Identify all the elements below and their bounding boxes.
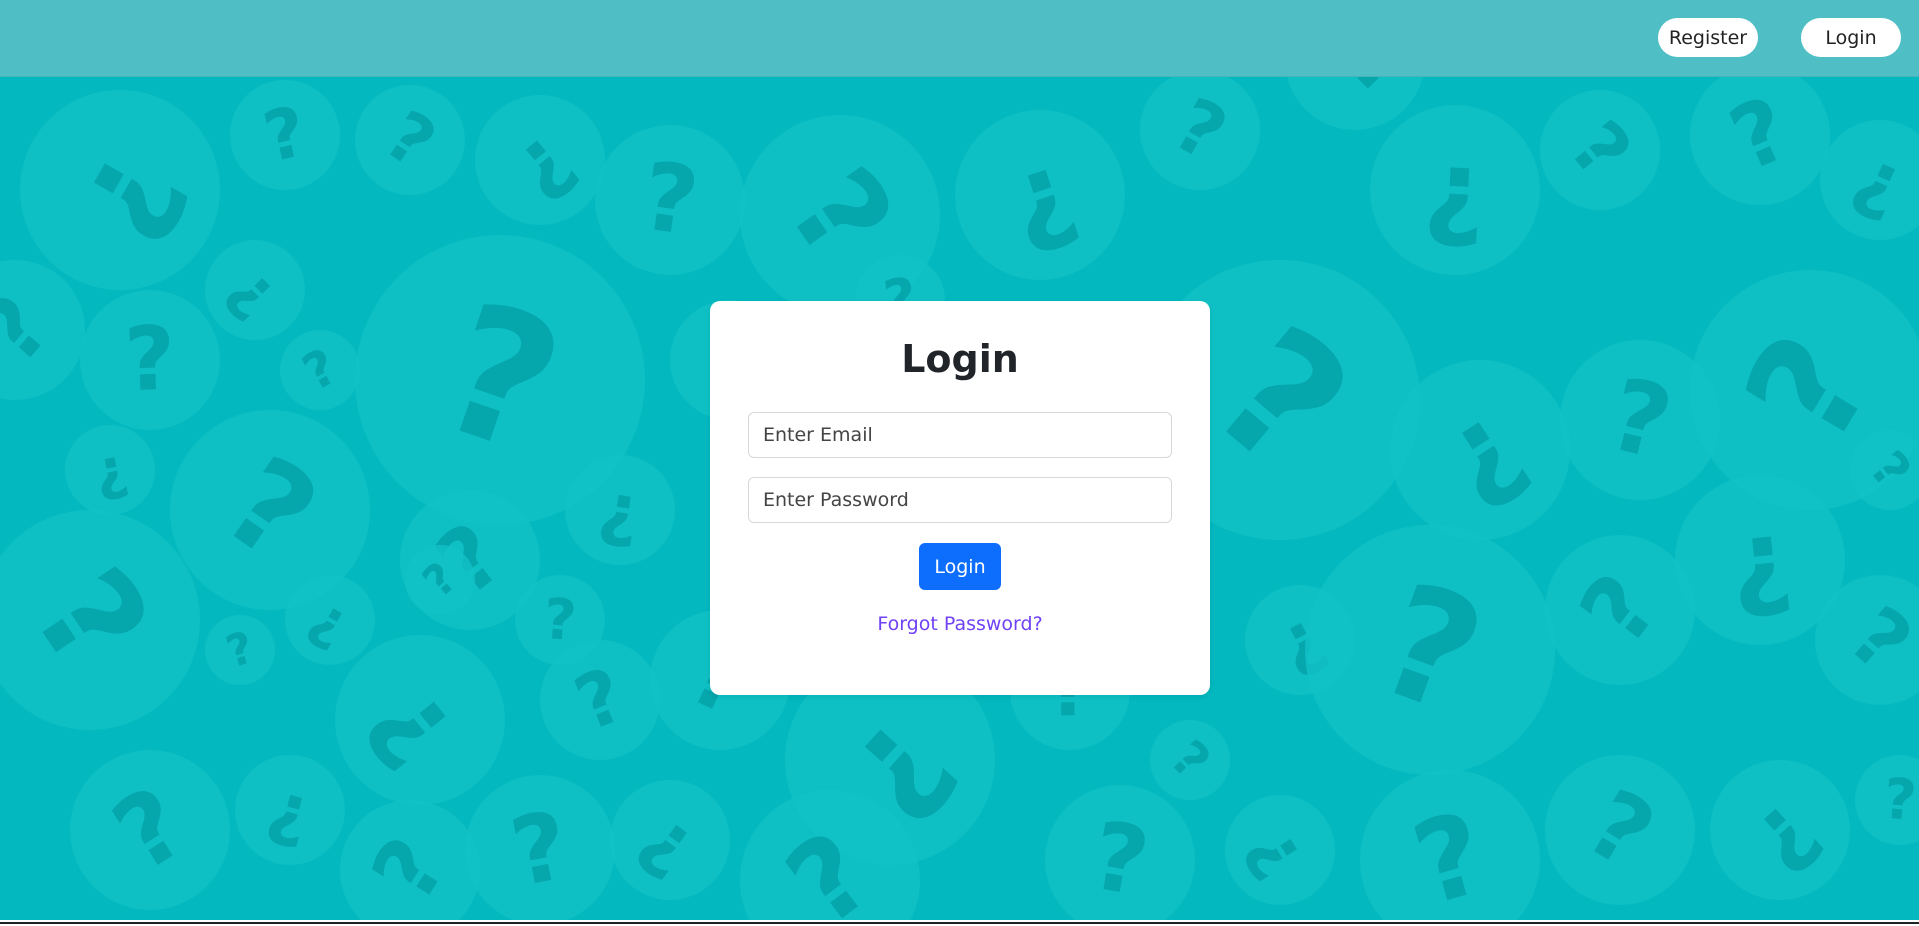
question-mark-icon: ? bbox=[230, 80, 340, 190]
question-mark-icon: ¿ bbox=[1390, 360, 1570, 540]
svg-text:?: ? bbox=[1881, 767, 1919, 835]
login-submit-button[interactable]: Login bbox=[919, 543, 1001, 590]
question-mark-icon: ¿ bbox=[235, 755, 345, 865]
question-mark-icon: ? bbox=[280, 330, 360, 410]
svg-text:¿: ¿ bbox=[1723, 495, 1797, 624]
register-nav-button[interactable]: Register bbox=[1658, 18, 1758, 57]
password-input[interactable] bbox=[748, 477, 1172, 523]
question-mark-icon: ? bbox=[405, 545, 475, 615]
login-title: Login bbox=[901, 337, 1019, 381]
question-mark-icon: ? bbox=[1690, 65, 1830, 205]
question-mark-icon: ¿ bbox=[205, 240, 305, 340]
question-mark-icon: ? bbox=[540, 640, 660, 760]
bottom-divider bbox=[0, 922, 1919, 924]
question-mark-icon: ? bbox=[1360, 770, 1540, 920]
forgot-password-link[interactable]: Forgot Password? bbox=[710, 613, 1210, 635]
question-mark-icon: ? bbox=[595, 125, 745, 275]
question-mark-icon: ? bbox=[1545, 535, 1695, 685]
question-mark-icon: ? bbox=[340, 800, 480, 920]
question-mark-icon: ¿ bbox=[610, 780, 730, 900]
login-nav-button[interactable]: Login bbox=[1801, 18, 1901, 57]
question-mark-icon: ¿ bbox=[285, 575, 375, 665]
question-mark-icon: ? bbox=[1045, 785, 1195, 920]
question-mark-icon: ¿ bbox=[955, 110, 1125, 280]
question-mark-icon: ¿ bbox=[1370, 105, 1540, 275]
question-mark-icon: ¿ bbox=[565, 455, 675, 565]
svg-text:¿: ¿ bbox=[1421, 126, 1489, 252]
question-mark-icon: ¿ bbox=[475, 95, 605, 225]
question-mark-icon: ¿ bbox=[65, 425, 155, 515]
top-navigation-bar: Register Login bbox=[0, 0, 1919, 77]
question-mark-icon: ? bbox=[205, 615, 275, 685]
question-mark-icon: ? bbox=[1545, 755, 1695, 905]
question-mark-icon: ¿ bbox=[1820, 120, 1919, 240]
question-mark-icon: ? bbox=[70, 750, 230, 910]
question-mark-icon: ? bbox=[1305, 525, 1555, 775]
question-mark-icon: ? bbox=[0, 510, 200, 730]
question-mark-icon: ¿ bbox=[335, 635, 505, 805]
email-input[interactable] bbox=[748, 412, 1172, 458]
question-mark-icon: ¿ bbox=[20, 90, 220, 290]
svg-text:?: ? bbox=[542, 587, 579, 654]
question-mark-icon: ? bbox=[355, 85, 465, 195]
login-card: Login Login Forgot Password? bbox=[710, 301, 1210, 695]
question-mark-icon: ? bbox=[1150, 720, 1230, 800]
question-mark-icon: ? bbox=[1140, 70, 1260, 190]
question-mark-icon: ? bbox=[1855, 755, 1919, 845]
question-mark-icon: ¿ bbox=[1710, 760, 1850, 900]
svg-text:?: ? bbox=[123, 307, 178, 412]
question-mark-icon: ? bbox=[1540, 90, 1660, 210]
question-mark-icon: ? bbox=[80, 290, 220, 430]
question-mark-icon: ¿ bbox=[1225, 795, 1335, 905]
question-mark-icon: ? bbox=[0, 260, 85, 400]
question-mark-icon: ? bbox=[465, 775, 615, 920]
